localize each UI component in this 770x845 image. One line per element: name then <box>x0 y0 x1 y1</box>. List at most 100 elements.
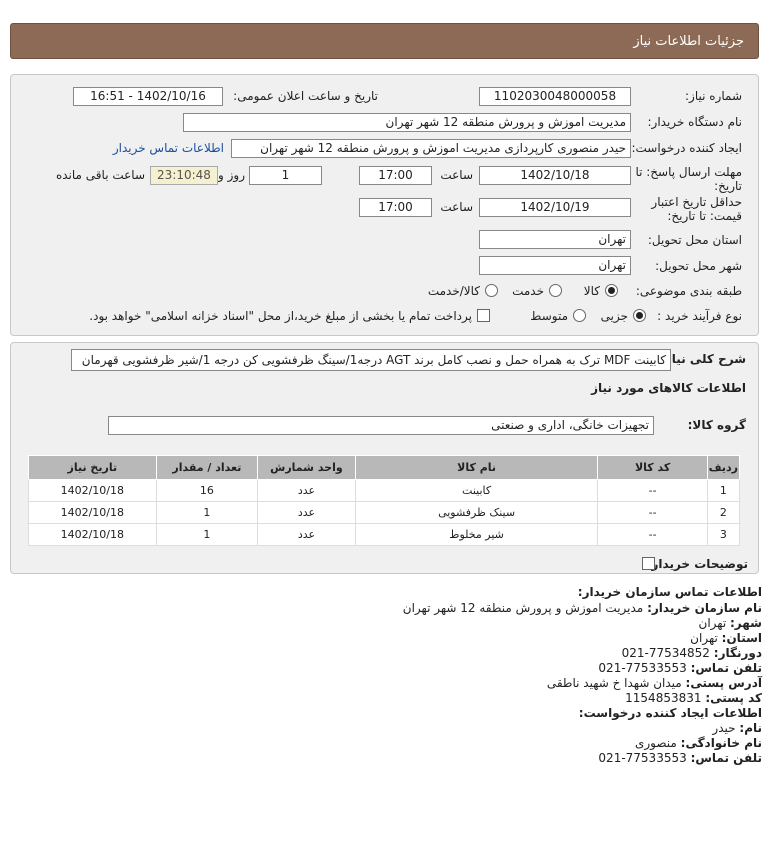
contact-postal-line: کد پستی: 1154853831 <box>625 691 762 705</box>
items-table: ردیف کد کالا نام کالا واحد شمارش تعداد /… <box>28 455 741 546</box>
cell-code: -- <box>597 501 708 524</box>
col-row-header: ردیف <box>706 455 741 480</box>
deadline-label-2: تاریخ: <box>714 179 742 193</box>
creator-phone-label: تلفن تماس: <box>690 751 762 765</box>
category-radio-goods-service[interactable] <box>485 284 498 297</box>
buyer-notes-label: توضیحات خریدار: <box>646 557 748 571</box>
deadline-label-1: مهلت ارسال پاسخ: تا <box>635 165 742 179</box>
cell-qty: 1 <box>155 523 259 546</box>
contact-org-label: نام سازمان خریدار: <box>647 601 762 615</box>
category-label: طبقه بندی موضوعی: <box>635 284 742 298</box>
treasury-note: پرداخت تمام یا بخشی از مبلغ خرید،از محل … <box>89 309 472 323</box>
contact-phone: 021-77533553 <box>598 661 687 675</box>
buyer-contact-link[interactable]: اطلاعات تماس خریدار <box>113 141 224 155</box>
days-remaining-field: 1 <box>249 166 322 185</box>
creator-family-line: نام خانوادگی: منصوری <box>635 736 762 750</box>
category-option-goods-service: کالا/خدمت <box>427 284 480 298</box>
validity-date-field: 1402/10/19 <box>479 198 631 217</box>
cell-name: کابینت <box>354 479 599 502</box>
category-radio-service[interactable] <box>549 284 562 297</box>
contact-city-line: شهر: تهران <box>699 616 762 630</box>
contact-fax-label: دورنگار: <box>713 646 762 660</box>
category-radio-goods[interactable] <box>605 284 618 297</box>
table-row: 1 -- کابینت عدد 16 1402/10/18 <box>28 479 741 502</box>
col-code-header: کد کالا <box>597 455 708 480</box>
summary-label: شرح کلی نیاز: <box>660 352 746 366</box>
creator-name-label: نام: <box>739 721 762 735</box>
deadline-time-label: ساعت <box>440 168 473 182</box>
buyer-org-label: نام دستگاه خریدار: <box>647 115 743 129</box>
deadline-date-field: 1402/10/18 <box>479 166 631 185</box>
deadline-time-field: 17:00 <box>359 166 432 185</box>
validity-label-2: قیمت: تا تاریخ: <box>667 209 742 223</box>
goods-group-field: تجهیزات خانگی، اداری و صنعتی <box>108 416 654 435</box>
contact-address-label: آدرس پستی: <box>685 676 762 690</box>
city-label: شهر محل تحویل: <box>655 259 742 273</box>
province-label: استان محل تحویل: <box>647 233 742 247</box>
days-label: روز و <box>218 168 245 182</box>
announce-field: 1402/10/16 - 16:51 <box>73 87 223 106</box>
page-title: جزئیات اطلاعات نیاز <box>10 23 759 59</box>
table-row: 3 -- شیر مخلوط عدد 1 1402/10/18 <box>28 523 741 546</box>
process-option-medium: متوسط <box>530 309 568 323</box>
cell-code: -- <box>597 523 708 546</box>
contact-org: مدیریت اموزش و پرورش منطقه 12 شهر تهران <box>402 601 644 615</box>
items-section-title: اطلاعات کالاهای مورد نیاز <box>591 381 746 395</box>
contact-province: تهران <box>690 631 718 645</box>
treasury-checkbox[interactable] <box>477 309 490 322</box>
cell-row: 2 <box>706 501 741 524</box>
contact-phone-line: تلفن تماس: 021-77533553 <box>598 661 762 675</box>
requester-label: ایجاد کننده درخواست: <box>631 141 742 155</box>
remaining-label: ساعت باقی مانده <box>55 168 145 182</box>
contact-postal-label: کد پستی: <box>705 691 762 705</box>
contact-fax: 021-77534852 <box>621 646 710 660</box>
cell-row: 1 <box>706 479 741 502</box>
table-row: 2 -- سینک ظرفشویی عدد 1 1402/10/18 <box>28 501 741 524</box>
creator-family: منصوری <box>634 736 677 750</box>
cell-qty: 1 <box>155 501 259 524</box>
need-number-field: 1102030048000058 <box>479 87 631 106</box>
cell-unit: عدد <box>257 501 356 524</box>
creator-title: اطلاعات ایجاد کننده درخواست: <box>578 706 762 720</box>
col-date-header: تاریخ نیاز <box>28 455 157 480</box>
need-info-panel: شماره نیاز: 1102030048000058 تاریخ و ساع… <box>10 74 759 336</box>
category-option-service: خدمت <box>512 284 544 298</box>
cell-date: 1402/10/18 <box>28 501 157 524</box>
col-name-header: نام کالا <box>354 455 599 480</box>
cell-name: سینک ظرفشویی <box>354 501 599 524</box>
validity-time-field: 17:00 <box>359 198 432 217</box>
announce-label: تاریخ و ساعت اعلان عمومی: <box>233 89 378 103</box>
cell-date: 1402/10/18 <box>28 479 157 502</box>
process-label: نوع فرآیند خرید : <box>657 309 742 323</box>
cell-code: -- <box>597 479 708 502</box>
cell-name: شیر مخلوط <box>354 523 599 546</box>
cell-unit: عدد <box>257 479 356 502</box>
contact-phone-label: تلفن تماس: <box>690 661 762 675</box>
contact-address: میدان شهدا خ شهید ناطقی <box>546 676 682 690</box>
validity-time-label: ساعت <box>440 200 473 214</box>
contact-province-label: استان: <box>721 631 762 645</box>
validity-label-1: حداقل تاریخ اعتبار <box>651 195 742 209</box>
province-field: تهران <box>479 230 631 249</box>
contact-title: اطلاعات تماس سازمان خریدار: <box>577 585 762 599</box>
contact-org-line: نام سازمان خریدار: مدیریت اموزش و پرورش … <box>403 601 762 615</box>
goods-group-label: گروه کالا: <box>687 418 746 432</box>
summary-field: کابینت MDF ترک به همراه حمل و نصب کامل ب… <box>71 349 671 371</box>
process-radio-minor[interactable] <box>633 309 646 322</box>
city-field: تهران <box>479 256 631 275</box>
contact-address-line: آدرس پستی: میدان شهدا خ شهید ناطقی <box>547 676 762 690</box>
creator-family-label: نام خانوادگی: <box>680 736 762 750</box>
contact-city: تهران <box>698 616 727 630</box>
creator-phone-line: تلفن تماس: 021-77533553 <box>598 751 762 765</box>
process-radio-medium[interactable] <box>573 309 586 322</box>
creator-name-line: نام: حیدر <box>712 721 762 735</box>
requester-field: حیدر منصوری کارپردازی مدیریت اموزش و پرو… <box>231 139 631 158</box>
table-header-row: ردیف کد کالا نام کالا واحد شمارش تعداد /… <box>28 455 741 480</box>
col-qty-header: تعداد / مقدار <box>155 455 259 480</box>
countdown-timer: 23:10:48 <box>150 166 218 185</box>
creator-phone: 021-77533553 <box>598 751 687 765</box>
contact-city-label: شهر: <box>730 616 762 630</box>
buyer-notes-checkbox[interactable] <box>642 557 655 570</box>
creator-name: حیدر <box>712 721 736 735</box>
col-unit-header: واحد شمارش <box>257 455 356 480</box>
